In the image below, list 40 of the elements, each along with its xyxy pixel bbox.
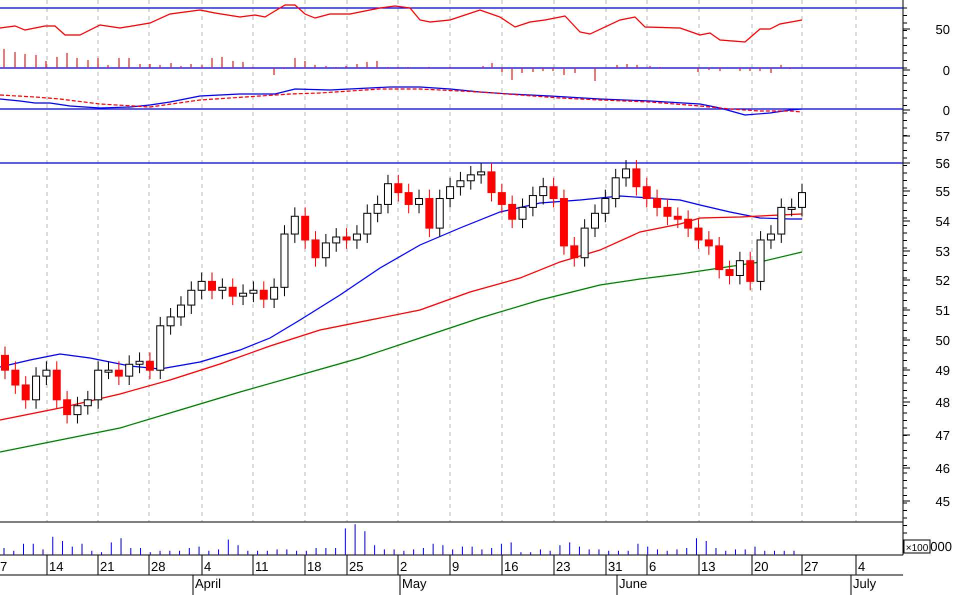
- axis-label: 50: [936, 22, 950, 37]
- axis-label: 47: [936, 428, 950, 443]
- date-label: 16: [504, 559, 518, 574]
- axis-label: 49: [936, 363, 950, 378]
- axis-label: 57: [936, 129, 950, 144]
- date-label: 2: [400, 559, 408, 574]
- date-label: 9: [452, 559, 460, 574]
- axis-label: 55: [936, 184, 950, 199]
- axis-label: 46: [936, 461, 950, 476]
- date-label: 31: [608, 559, 622, 574]
- date-label: 20: [754, 559, 768, 574]
- date-label: 21: [100, 559, 114, 574]
- date-label: 4: [858, 559, 866, 574]
- month-label: June: [619, 576, 648, 591]
- date-label: 23: [556, 559, 570, 574]
- axis-label: 45: [936, 494, 950, 509]
- axis-label: 53: [936, 244, 950, 259]
- month-label: April: [195, 576, 222, 591]
- multiplier-label: ×100: [904, 540, 930, 554]
- date-label: 27: [804, 559, 818, 574]
- month-label: May: [402, 576, 427, 591]
- axis-label: 0: [942, 63, 950, 78]
- axis-label: 50: [936, 333, 950, 348]
- axis-label: 48: [936, 395, 950, 410]
- month-label: July: [853, 576, 876, 591]
- date-label: 7: [0, 559, 8, 574]
- date-label: 11: [255, 559, 268, 574]
- axis-label: 0: [942, 103, 950, 118]
- date-label: 18: [307, 559, 322, 574]
- axis-label: 56: [936, 156, 950, 171]
- axis-label: 52: [936, 273, 950, 288]
- date-label: 6: [649, 559, 656, 574]
- date-label: 25: [349, 559, 364, 574]
- date-label: 28: [151, 559, 166, 574]
- date-label: 4: [204, 559, 212, 574]
- date-label: 13: [701, 559, 716, 574]
- axis-label: 51: [936, 303, 950, 318]
- date-label: 14: [49, 559, 64, 574]
- axis-label: 54: [936, 214, 950, 229]
- axis-label: 000: [930, 539, 952, 554]
